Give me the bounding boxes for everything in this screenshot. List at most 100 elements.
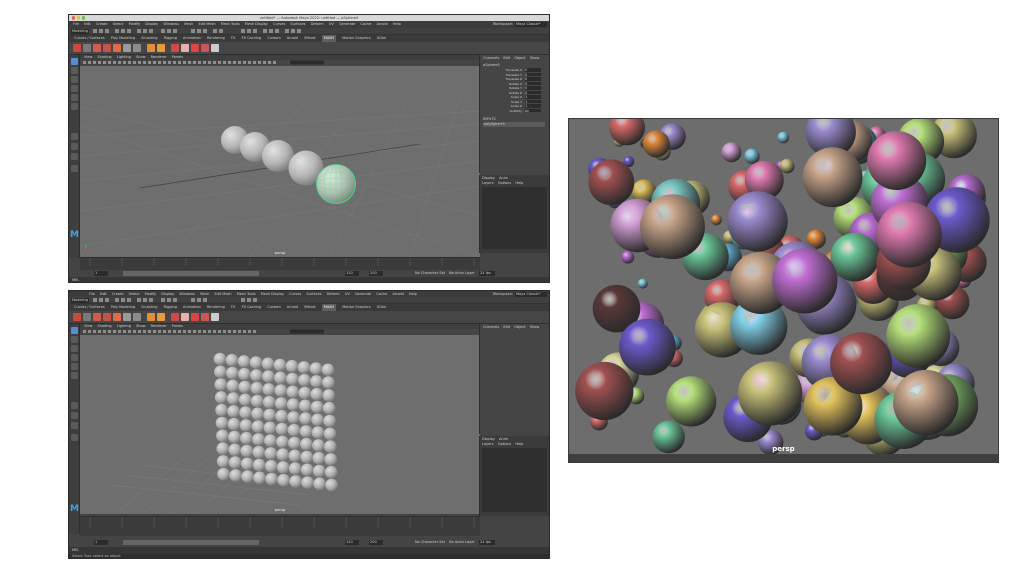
menu-help[interactable]: Help (393, 21, 401, 28)
no-anim-layer[interactable]: No Anim Layer (449, 540, 475, 544)
menu-select[interactable]: Select (113, 21, 124, 28)
menu-edit[interactable]: Edit (84, 21, 91, 28)
layer-menu-layers[interactable]: Layers (482, 181, 494, 185)
shelf-tab-fx-caching[interactable]: FX Caching (242, 304, 262, 311)
select-tool-button[interactable] (71, 58, 78, 65)
menu-file[interactable]: File (73, 21, 79, 28)
channel-row[interactable]: Visibility on (482, 108, 542, 113)
channel-tab-object[interactable]: Object (514, 56, 525, 60)
shelf-icon-8[interactable] (147, 44, 155, 52)
no-character-set[interactable]: No Character Set (415, 540, 445, 544)
cmd-language-label[interactable]: MEL (72, 278, 79, 282)
time-slider[interactable] (80, 257, 480, 270)
shelf-icon-9[interactable] (157, 44, 165, 52)
shelf-tab-rendering[interactable]: Rendering (207, 35, 225, 42)
layer-menu-help[interactable]: Help (515, 181, 523, 185)
layer-list[interactable] (482, 448, 547, 512)
channel-row[interactable]: Translate Y0 (482, 72, 542, 77)
shelf-icon-10[interactable] (171, 313, 179, 321)
shelf-icon-14[interactable] (211, 44, 219, 52)
menu-mesh-tools[interactable]: Mesh Tools (221, 21, 240, 28)
menu-mesh[interactable]: Mesh (184, 21, 193, 28)
range-slider[interactable]: 1 120 200 No Character Set No Anim Layer… (69, 270, 549, 277)
channel-tab-edit[interactable]: Edit (503, 325, 510, 329)
shelf-icon-6[interactable] (123, 44, 131, 52)
status-line-icons[interactable] (91, 28, 491, 35)
menu-modify[interactable]: Modify (129, 21, 141, 28)
shelf-tab-curves[interactable]: Curves / Surfaces (74, 304, 105, 311)
shelf-tab-custom[interactable]: Custom (267, 35, 280, 42)
channel-tab-object[interactable]: Object (514, 325, 525, 329)
no-anim-layer[interactable]: No Anim Layer (449, 271, 475, 275)
shelf-icon-13[interactable] (201, 44, 209, 52)
command-line[interactable]: MEL (69, 547, 549, 554)
status-line-icons[interactable] (91, 297, 491, 304)
fps-dropdown[interactable]: 24 fps (479, 271, 495, 276)
shelf-icon-12[interactable] (191, 313, 199, 321)
layout-single-button[interactable] (71, 402, 78, 409)
shelf-tab-rigging[interactable]: Rigging (164, 35, 177, 42)
layout-single-button[interactable] (71, 133, 78, 140)
menu-display[interactable]: Display (145, 21, 158, 28)
layout-two-button[interactable] (71, 153, 78, 160)
shelf-icon-7[interactable] (133, 313, 141, 321)
menu-curves[interactable]: Curves (273, 21, 285, 28)
menu-uv[interactable]: UV (329, 21, 334, 28)
shelf-icon-5[interactable] (113, 313, 121, 321)
lasso-tool-button[interactable] (71, 336, 78, 343)
shelf-icon-2[interactable] (83, 313, 91, 321)
shelf-icon-6[interactable] (123, 313, 131, 321)
channel-tab-show[interactable]: Show (530, 56, 539, 60)
channel-tab-show[interactable]: Show (530, 325, 539, 329)
shelf-tab-rendering[interactable]: Rendering (207, 304, 225, 311)
shelf-tab-bifrost[interactable]: Bifrost (304, 304, 315, 311)
layout-four-button[interactable] (71, 412, 78, 419)
menu-surfaces[interactable]: Surfaces (290, 21, 305, 28)
layer-menu-options[interactable]: Options (498, 181, 512, 185)
layer-tab-anim[interactable]: Anim (499, 176, 508, 180)
layer-menu-layers[interactable]: Layers (482, 442, 494, 446)
range-slider[interactable]: 1 120 200 No Character Set No Anim Layer… (69, 539, 549, 546)
menu-generate[interactable]: Generate (339, 21, 355, 28)
shelf-icon-14[interactable] (211, 313, 219, 321)
shelf-tab-mash[interactable]: MASH (321, 304, 337, 311)
menu-arnold[interactable]: Arnold (376, 21, 387, 28)
colored-spheres-viewport[interactable]: persp (568, 118, 999, 463)
shelf-icon-5[interactable] (113, 44, 121, 52)
viewport-persp-bottom[interactable]: persp (80, 335, 480, 514)
channel-row[interactable]: Scale Y1 (482, 99, 542, 104)
channel-row[interactable]: Rotate X0 (482, 81, 542, 86)
menu-cache[interactable]: Cache (360, 21, 371, 28)
range-end[interactable]: 120 (345, 540, 359, 545)
shelf-tab-fx-caching[interactable]: FX Caching (242, 35, 262, 42)
shelf-tab-custom[interactable]: Custom (267, 304, 280, 311)
move-tool-button[interactable] (71, 85, 78, 92)
time-slider[interactable] (80, 516, 480, 536)
range-bar[interactable] (123, 271, 259, 276)
channel-tab-channels[interactable]: Channels (483, 56, 499, 60)
shelf-icon-8[interactable] (147, 313, 155, 321)
close-window-button[interactable] (72, 16, 76, 20)
cmd-language-label[interactable]: MEL (72, 548, 79, 552)
layout-outliner-button[interactable] (71, 434, 78, 441)
shelf-icon-11[interactable] (181, 313, 189, 321)
layer-tab-display[interactable]: Display (482, 437, 495, 441)
minimize-window-button[interactable] (77, 16, 81, 20)
shelf-tab-poly[interactable]: Poly Modeling (111, 304, 135, 311)
shelf-icon-1[interactable] (73, 44, 81, 52)
rotate-tool-button[interactable] (71, 94, 78, 101)
menu-edit-mesh[interactable]: Edit Mesh (198, 21, 215, 28)
menu-deform[interactable]: Deform (311, 21, 324, 28)
shelf-icon-7[interactable] (133, 44, 141, 52)
shelf-tab-motion-graphics[interactable]: Motion Graphics (342, 35, 370, 42)
channel-row[interactable]: Rotate Z0 (482, 90, 542, 95)
layer-tab-display[interactable]: Display (482, 176, 495, 180)
range-start[interactable]: 1 (94, 271, 108, 276)
lasso-tool-button[interactable] (71, 67, 78, 74)
shelf-icon-9[interactable] (157, 313, 165, 321)
shelf-tab-animation[interactable]: Animation (183, 35, 201, 42)
shelf-icon-2[interactable] (83, 44, 91, 52)
paint-select-tool-button[interactable] (71, 76, 78, 83)
layer-menu-help[interactable]: Help (515, 442, 523, 446)
shelf-icon-13[interactable] (201, 313, 209, 321)
